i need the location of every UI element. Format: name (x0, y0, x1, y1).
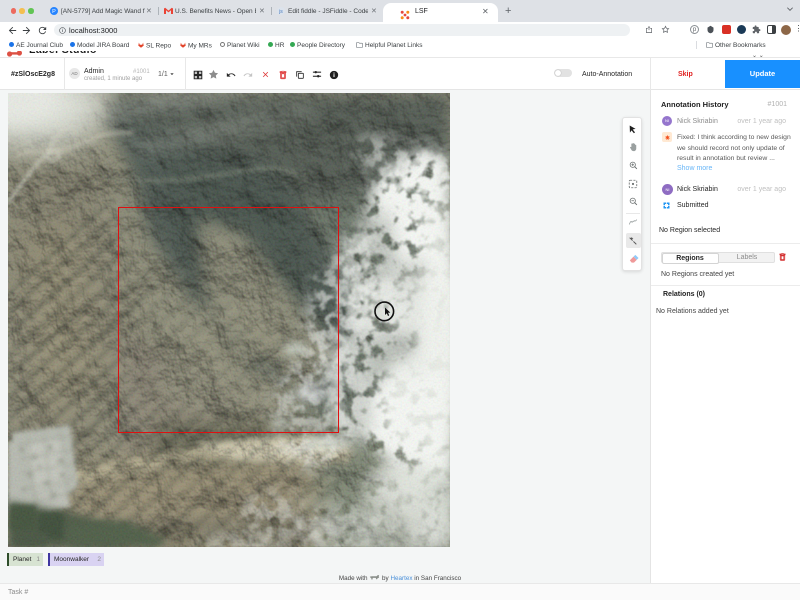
svg-text:js: js (278, 9, 283, 15)
svg-text:P: P (52, 9, 56, 15)
